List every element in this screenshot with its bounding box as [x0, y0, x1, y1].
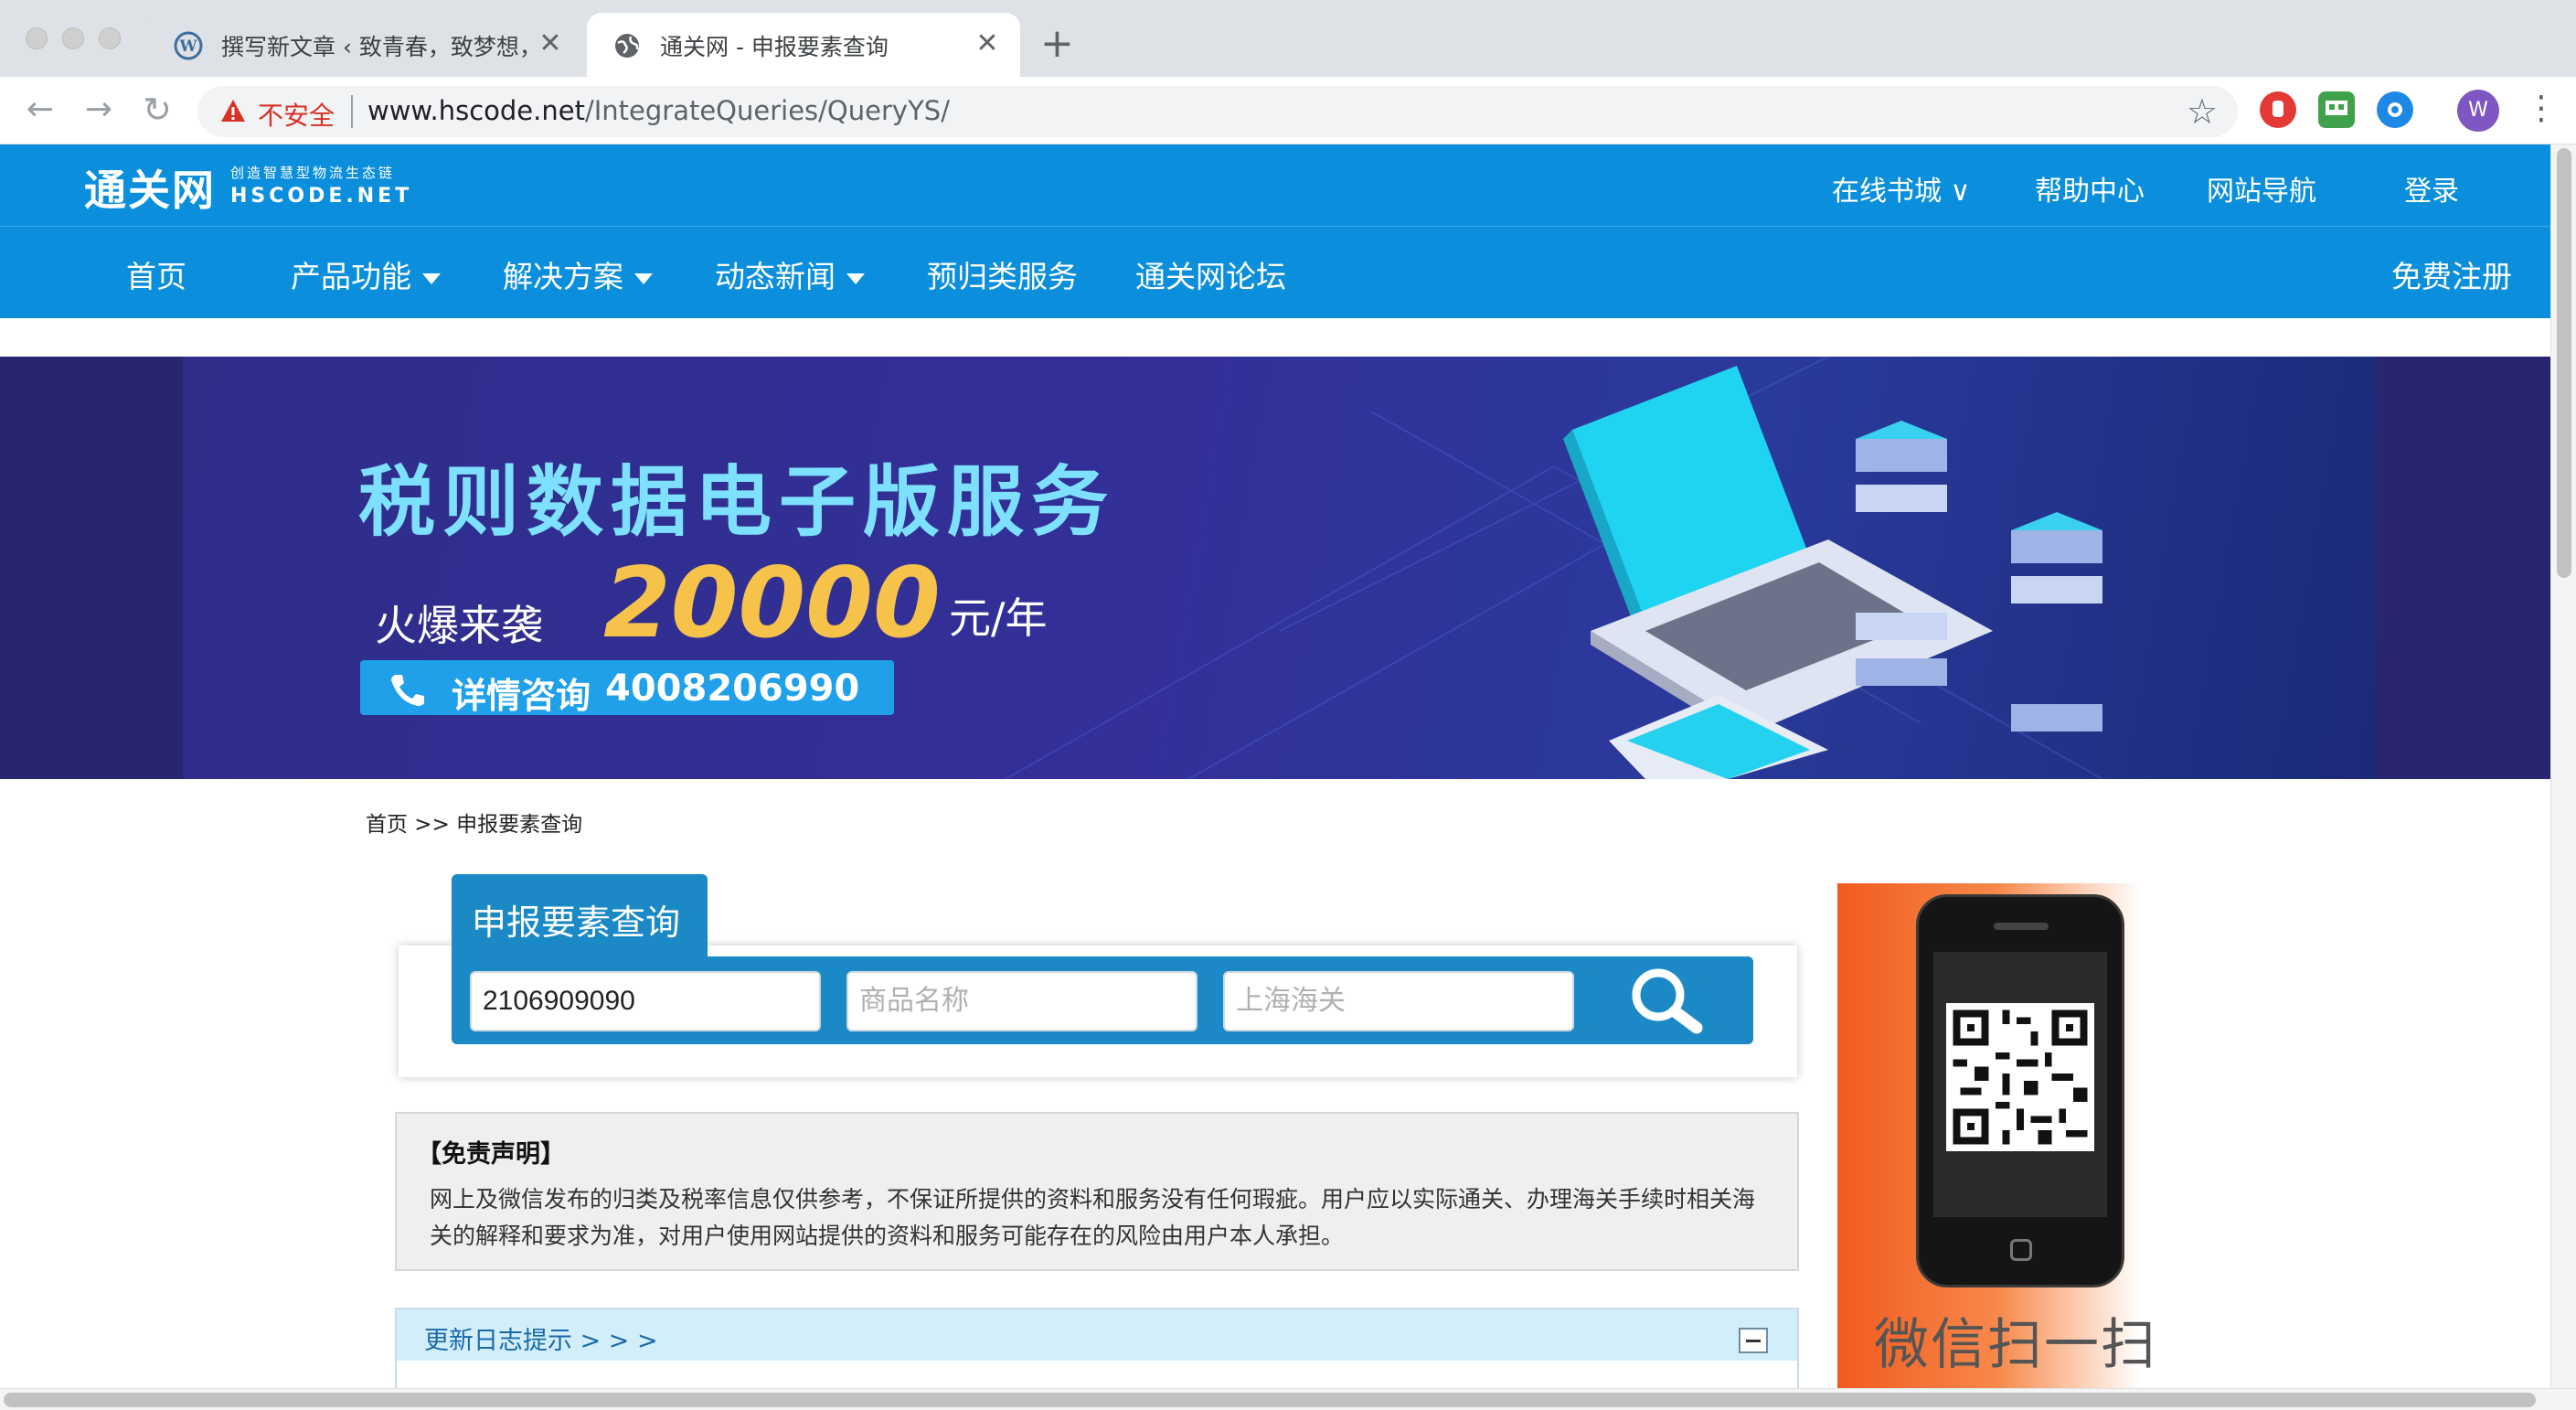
site-navigation-link[interactable]: 网站导航 [2207, 168, 2316, 208]
bookmark-star-icon[interactable]: ☆ [2187, 91, 2218, 132]
tab-close-icon[interactable]: ✕ [534, 26, 567, 62]
window-zoom-button[interactable] [99, 27, 121, 49]
globe-icon [612, 31, 642, 60]
banner-price-unit: 元/年 [949, 593, 1048, 643]
query-tab-title: 申报要素查询 [452, 874, 708, 958]
nav-label: 首页 [126, 259, 186, 294]
site-top-header: 通关网 创造智慧型物流生态链 HSCODE.NET 在线书城 ∨ 帮助中心 网站… [0, 144, 2550, 227]
disclaimer-box: 【免责声明】 网上及微信发布的归类及税率信息仅供参考，不保证所提供的资料和服务没… [395, 1112, 1799, 1271]
window-minimize-button[interactable] [62, 27, 84, 49]
query-bar [452, 956, 1753, 1044]
horizontal-scrollbar[interactable] [0, 1388, 2576, 1410]
disclaimer-title: 【免责声明】 [417, 1140, 565, 1169]
promo-banner[interactable]: 税则数据电子版服务 火爆来袭 20000 元/年 详情咨询 4008206990 [0, 357, 2550, 779]
reload-icon[interactable]: ↻ [137, 90, 177, 130]
tab-query-ys[interactable]: 通关网 - 申报要素查询 ✕ [587, 13, 1020, 77]
horizontal-scrollbar-thumb[interactable] [4, 1393, 2536, 1407]
tab-title: 撰写新文章 ‹ 致青春，致梦想， [221, 34, 542, 60]
nav-forum[interactable]: 通关网论坛 [1135, 252, 1286, 296]
qr-code-icon [1946, 1003, 2094, 1151]
breadcrumb: 首页 >> 申报要素查询 [366, 806, 582, 838]
phone-screen [1933, 952, 2107, 1217]
nav-solutions[interactable]: 解决方案 [503, 252, 653, 296]
nav-label: 产品功能 [291, 259, 411, 294]
back-arrow-icon[interactable]: ← [20, 90, 60, 130]
product-name-input[interactable] [846, 971, 1198, 1031]
phone-home-button [2010, 1239, 2032, 1261]
banner-subtitle: 火爆来袭 [375, 601, 543, 650]
breadcrumb-home-link[interactable]: 首页 [366, 813, 408, 837]
free-register-link[interactable]: 免费注册 [2391, 252, 2512, 296]
caret-down-icon [634, 272, 653, 284]
extension-blue-icon[interactable] [2377, 91, 2413, 128]
banner-price: 20000 [603, 547, 941, 659]
qr-caption: 微信扫一扫 [1874, 1313, 2157, 1377]
new-tab-button[interactable]: + [1040, 24, 1074, 64]
search-button[interactable] [1602, 964, 1739, 1037]
update-log-panel: 更新日志提示 > > > [395, 1308, 1799, 1388]
nav-pre-classification[interactable]: 预归类服务 [927, 252, 1078, 296]
warning-icon [219, 97, 247, 128]
url-host: www.hscode.net [367, 95, 585, 126]
site-logo[interactable]: 通关网 [84, 157, 216, 218]
banner-contact-bar[interactable]: 详情咨询 4008206990 [360, 660, 894, 716]
breadcrumb-separator: >> [408, 813, 457, 837]
main-navigation: 首页 产品功能 解决方案 动态新闻 预归类服务 通关网论坛 免费注册 [0, 227, 2550, 318]
forward-arrow-icon[interactable]: → [79, 90, 119, 130]
security-status[interactable]: 不安全 [258, 96, 335, 133]
address-bar[interactable]: 不安全 www.hscode.net/IntegrateQueries/Quer… [197, 86, 2238, 137]
tab-close-icon[interactable]: ✕ [971, 26, 1004, 62]
nav-label: 动态新闻 [715, 259, 836, 294]
search-icon [1632, 968, 1703, 1034]
nav-label: 解决方案 [503, 259, 623, 294]
vertical-scrollbar-thumb[interactable] [2557, 148, 2571, 578]
phone-speaker [1994, 923, 2049, 930]
phone-icon [388, 671, 428, 711]
browser-menu-icon[interactable]: ⋮ [2525, 86, 2558, 132]
banner-phone-number: 4008206990 [605, 668, 860, 710]
phone-illustration [1916, 894, 2124, 1287]
extension-green-icon[interactable] [2318, 91, 2355, 128]
window-close-button[interactable] [26, 27, 48, 49]
browser-toolbar: ← → ↻ 不安全 www.hscode.net/IntegrateQuerie… [0, 77, 2576, 144]
breadcrumb-current: 申报要素查询 [456, 813, 583, 837]
nav-label: 通关网论坛 [1135, 259, 1286, 294]
caret-down-icon [422, 272, 441, 284]
logo-domain: HSCODE.NET [230, 185, 413, 208]
url-text[interactable]: www.hscode.net/IntegrateQueries/QueryYS/ [367, 95, 950, 126]
query-tab-label: 申报要素查询 [472, 903, 681, 943]
login-link[interactable]: 登录 [2404, 168, 2459, 208]
adblock-extension-icon[interactable] [2260, 91, 2296, 128]
vertical-scrollbar[interactable] [2550, 144, 2576, 1388]
nav-label: 预归类服务 [927, 259, 1078, 294]
customs-input[interactable] [1223, 971, 1574, 1031]
disclaimer-text: 网上及微信发布的归类及税率信息仅供参考，不保证所提供的资料和服务没有任何瑕疵。用… [430, 1186, 1756, 1249]
wechat-qr-ad: 微信扫一扫 [1837, 883, 2194, 1388]
update-log-header[interactable]: 更新日志提示 > > > [397, 1309, 1797, 1361]
address-separator [351, 95, 353, 128]
caret-down-icon [846, 272, 865, 284]
nav-product-features[interactable]: 产品功能 [291, 252, 441, 296]
tab-write-article[interactable]: W 撰写新文章 ‹ 致青春，致梦想， ✕ [148, 13, 587, 77]
browser-tab-bar: W 撰写新文章 ‹ 致青春，致梦想， ✕ 通关网 - 申报要素查询 ✕ + [0, 0, 2576, 77]
hs-code-input[interactable] [470, 971, 821, 1031]
collapse-icon[interactable] [1739, 1328, 1768, 1353]
profile-avatar[interactable]: W [2457, 90, 2499, 132]
logo-slogan: 创造智慧型物流生态链 [230, 165, 396, 181]
update-log-label[interactable]: 更新日志提示 > > > [424, 1320, 658, 1356]
online-bookstore-link[interactable]: 在线书城 ∨ [1832, 168, 1971, 208]
url-path: /IntegrateQueries/QueryYS/ [584, 95, 950, 126]
web-page: 通关网 创造智慧型物流生态链 HSCODE.NET 在线书城 ∨ 帮助中心 网站… [0, 144, 2550, 1388]
banner-title: 税则数据电子版服务 [358, 457, 1116, 547]
help-center-link[interactable]: 帮助中心 [2035, 168, 2145, 208]
nav-news[interactable]: 动态新闻 [715, 252, 865, 296]
banner-contact-label: 详情咨询 [452, 676, 591, 716]
svg-text:W: W [178, 37, 197, 56]
wordpress-icon: W [174, 31, 203, 60]
nav-home[interactable]: 首页 [126, 252, 186, 296]
